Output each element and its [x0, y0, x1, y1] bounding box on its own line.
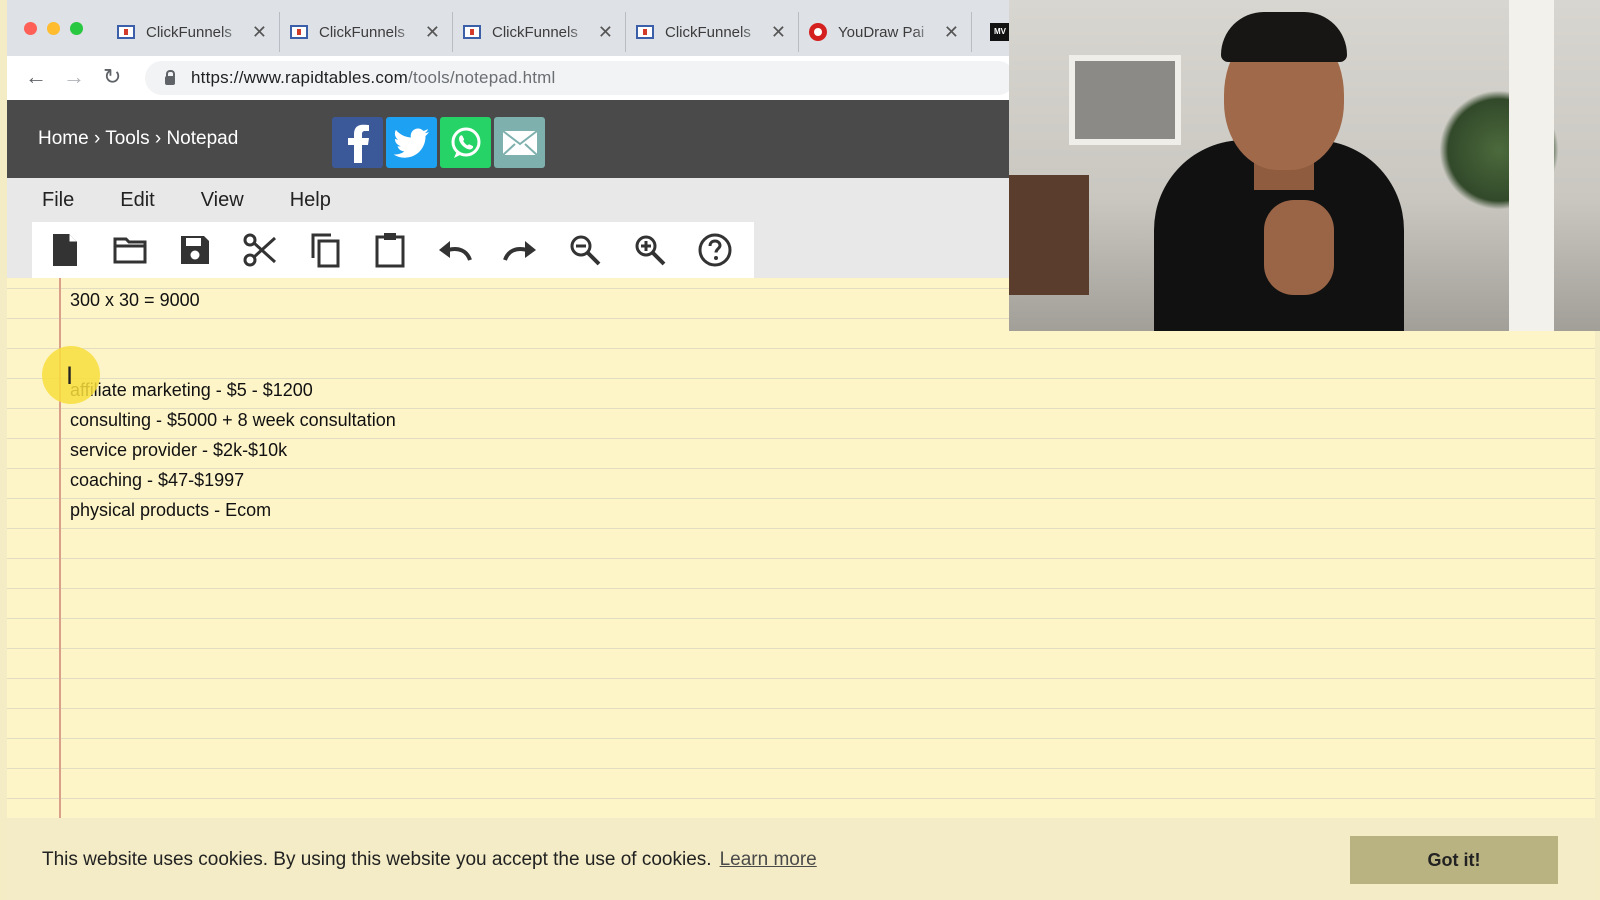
url-host: https://www.rapidtables.com	[191, 68, 409, 87]
got-it-button[interactable]: Got it!	[1350, 836, 1558, 884]
note-line	[70, 315, 396, 345]
menu-help[interactable]: Help	[290, 189, 331, 212]
extension-tab-icon[interactable]: MV	[990, 23, 1010, 41]
forward-arrow-icon[interactable]: →	[63, 64, 85, 90]
note-line: physical products - Ecom	[70, 500, 272, 520]
cut-icon[interactable]	[227, 222, 292, 278]
email-icon[interactable]	[494, 117, 545, 168]
address-bar[interactable]: https://www.rapidtables.com/tools/notepa…	[145, 61, 1015, 95]
redo-icon[interactable]	[487, 222, 552, 278]
menu-view[interactable]: View	[201, 189, 244, 212]
learn-more-link[interactable]: Learn more	[720, 849, 817, 870]
paste-icon[interactable]	[357, 222, 422, 278]
tab-title: ClickFunnels	[146, 23, 232, 41]
url-text[interactable]: https://www.rapidtables.com/tools/notepa…	[191, 68, 556, 88]
presenter-hands	[1264, 200, 1334, 295]
browser-tab[interactable]: YouDraw Pai ✕	[799, 12, 972, 52]
breadcrumb[interactable]: Home › Tools › Notepad	[38, 128, 238, 150]
webcam-overlay	[1009, 0, 1600, 331]
note-line: consulting - $5000 + 8 week consultation	[70, 410, 396, 430]
clickfunnels-icon	[117, 25, 135, 39]
text-cursor-icon: I	[66, 362, 74, 390]
notepad-lines: 300 x 30 = 9000 affiliate marketing - $5…	[70, 285, 396, 525]
close-tab-icon[interactable]: ✕	[598, 22, 613, 43]
browser-tab[interactable]: ClickFunnels ✕	[280, 12, 453, 52]
undo-icon[interactable]	[422, 222, 487, 278]
minimize-window-button[interactable]	[47, 22, 60, 35]
clickfunnels-icon	[636, 25, 654, 39]
url-path: /tools/notepad.html	[408, 68, 556, 87]
close-window-button[interactable]	[24, 22, 37, 35]
lock-icon	[165, 69, 175, 85]
chair	[1009, 175, 1089, 295]
pillar	[1509, 0, 1554, 331]
maximize-window-button[interactable]	[70, 22, 83, 35]
zoom-out-icon[interactable]	[552, 222, 617, 278]
menubar: File Edit View Help	[7, 178, 1009, 222]
close-tab-icon[interactable]: ✕	[771, 22, 786, 43]
site-header: Home › Tools › Notepad	[7, 100, 1009, 178]
tab-title: ClickFunnels	[492, 23, 578, 41]
zoom-in-icon[interactable]	[617, 222, 682, 278]
tab-title: ClickFunnels	[319, 23, 405, 41]
facebook-icon[interactable]	[332, 117, 383, 168]
cookie-banner: This website uses cookies. By using this…	[7, 818, 1595, 900]
new-file-icon[interactable]	[32, 222, 97, 278]
clickfunnels-icon	[463, 25, 481, 39]
toolbar-buttons	[32, 222, 754, 278]
notepad-textarea[interactable]: 300 x 30 = 9000 affiliate marketing - $5…	[7, 278, 1595, 818]
wall-picture	[1069, 55, 1181, 145]
editor-toolbar	[7, 222, 1009, 279]
save-icon[interactable]	[162, 222, 227, 278]
menu-file[interactable]: File	[42, 189, 74, 212]
copy-icon[interactable]	[292, 222, 357, 278]
cookie-message: This website uses cookies. By using this…	[42, 849, 817, 871]
close-tab-icon[interactable]: ✕	[252, 22, 267, 43]
twitter-icon[interactable]	[386, 117, 437, 168]
close-tab-icon[interactable]: ✕	[425, 22, 440, 43]
back-arrow-icon[interactable]: ←	[25, 64, 47, 90]
presenter-hair	[1221, 12, 1347, 62]
clickfunnels-icon	[290, 25, 308, 39]
browser-tab[interactable]: ClickFunnels ✕	[453, 12, 626, 52]
note-line: 300 x 30 = 9000	[70, 290, 200, 310]
browser-tab[interactable]: ClickFunnels ✕	[626, 12, 799, 52]
close-tab-icon[interactable]: ✕	[944, 22, 959, 43]
note-line: affiliate marketing - $5 - $1200	[70, 380, 313, 400]
browser-chrome: ClickFunnels ✕ ClickFunnels ✕ ClickFunne…	[7, 0, 1015, 100]
tab-title: ClickFunnels	[665, 23, 751, 41]
menu-edit[interactable]: Edit	[120, 189, 154, 212]
cookie-text: This website uses cookies. By using this…	[42, 849, 712, 870]
note-line: coaching - $47-$1997	[70, 470, 245, 490]
address-bar-row: ← → ↻ https://www.rapidtables.com/tools/…	[7, 56, 1015, 100]
whatsapp-icon[interactable]	[440, 117, 491, 168]
tab-strip: ClickFunnels ✕ ClickFunnels ✕ ClickFunne…	[107, 12, 972, 52]
open-folder-icon[interactable]	[97, 222, 162, 278]
note-line	[70, 345, 396, 375]
browser-tab[interactable]: ClickFunnels ✕	[107, 12, 280, 52]
tab-title: YouDraw Pai	[838, 23, 925, 41]
note-line: service provider - $2k-$10k	[70, 440, 288, 460]
reload-icon[interactable]: ↻	[103, 64, 121, 90]
help-icon[interactable]	[682, 222, 747, 278]
youidraw-icon	[809, 23, 827, 41]
